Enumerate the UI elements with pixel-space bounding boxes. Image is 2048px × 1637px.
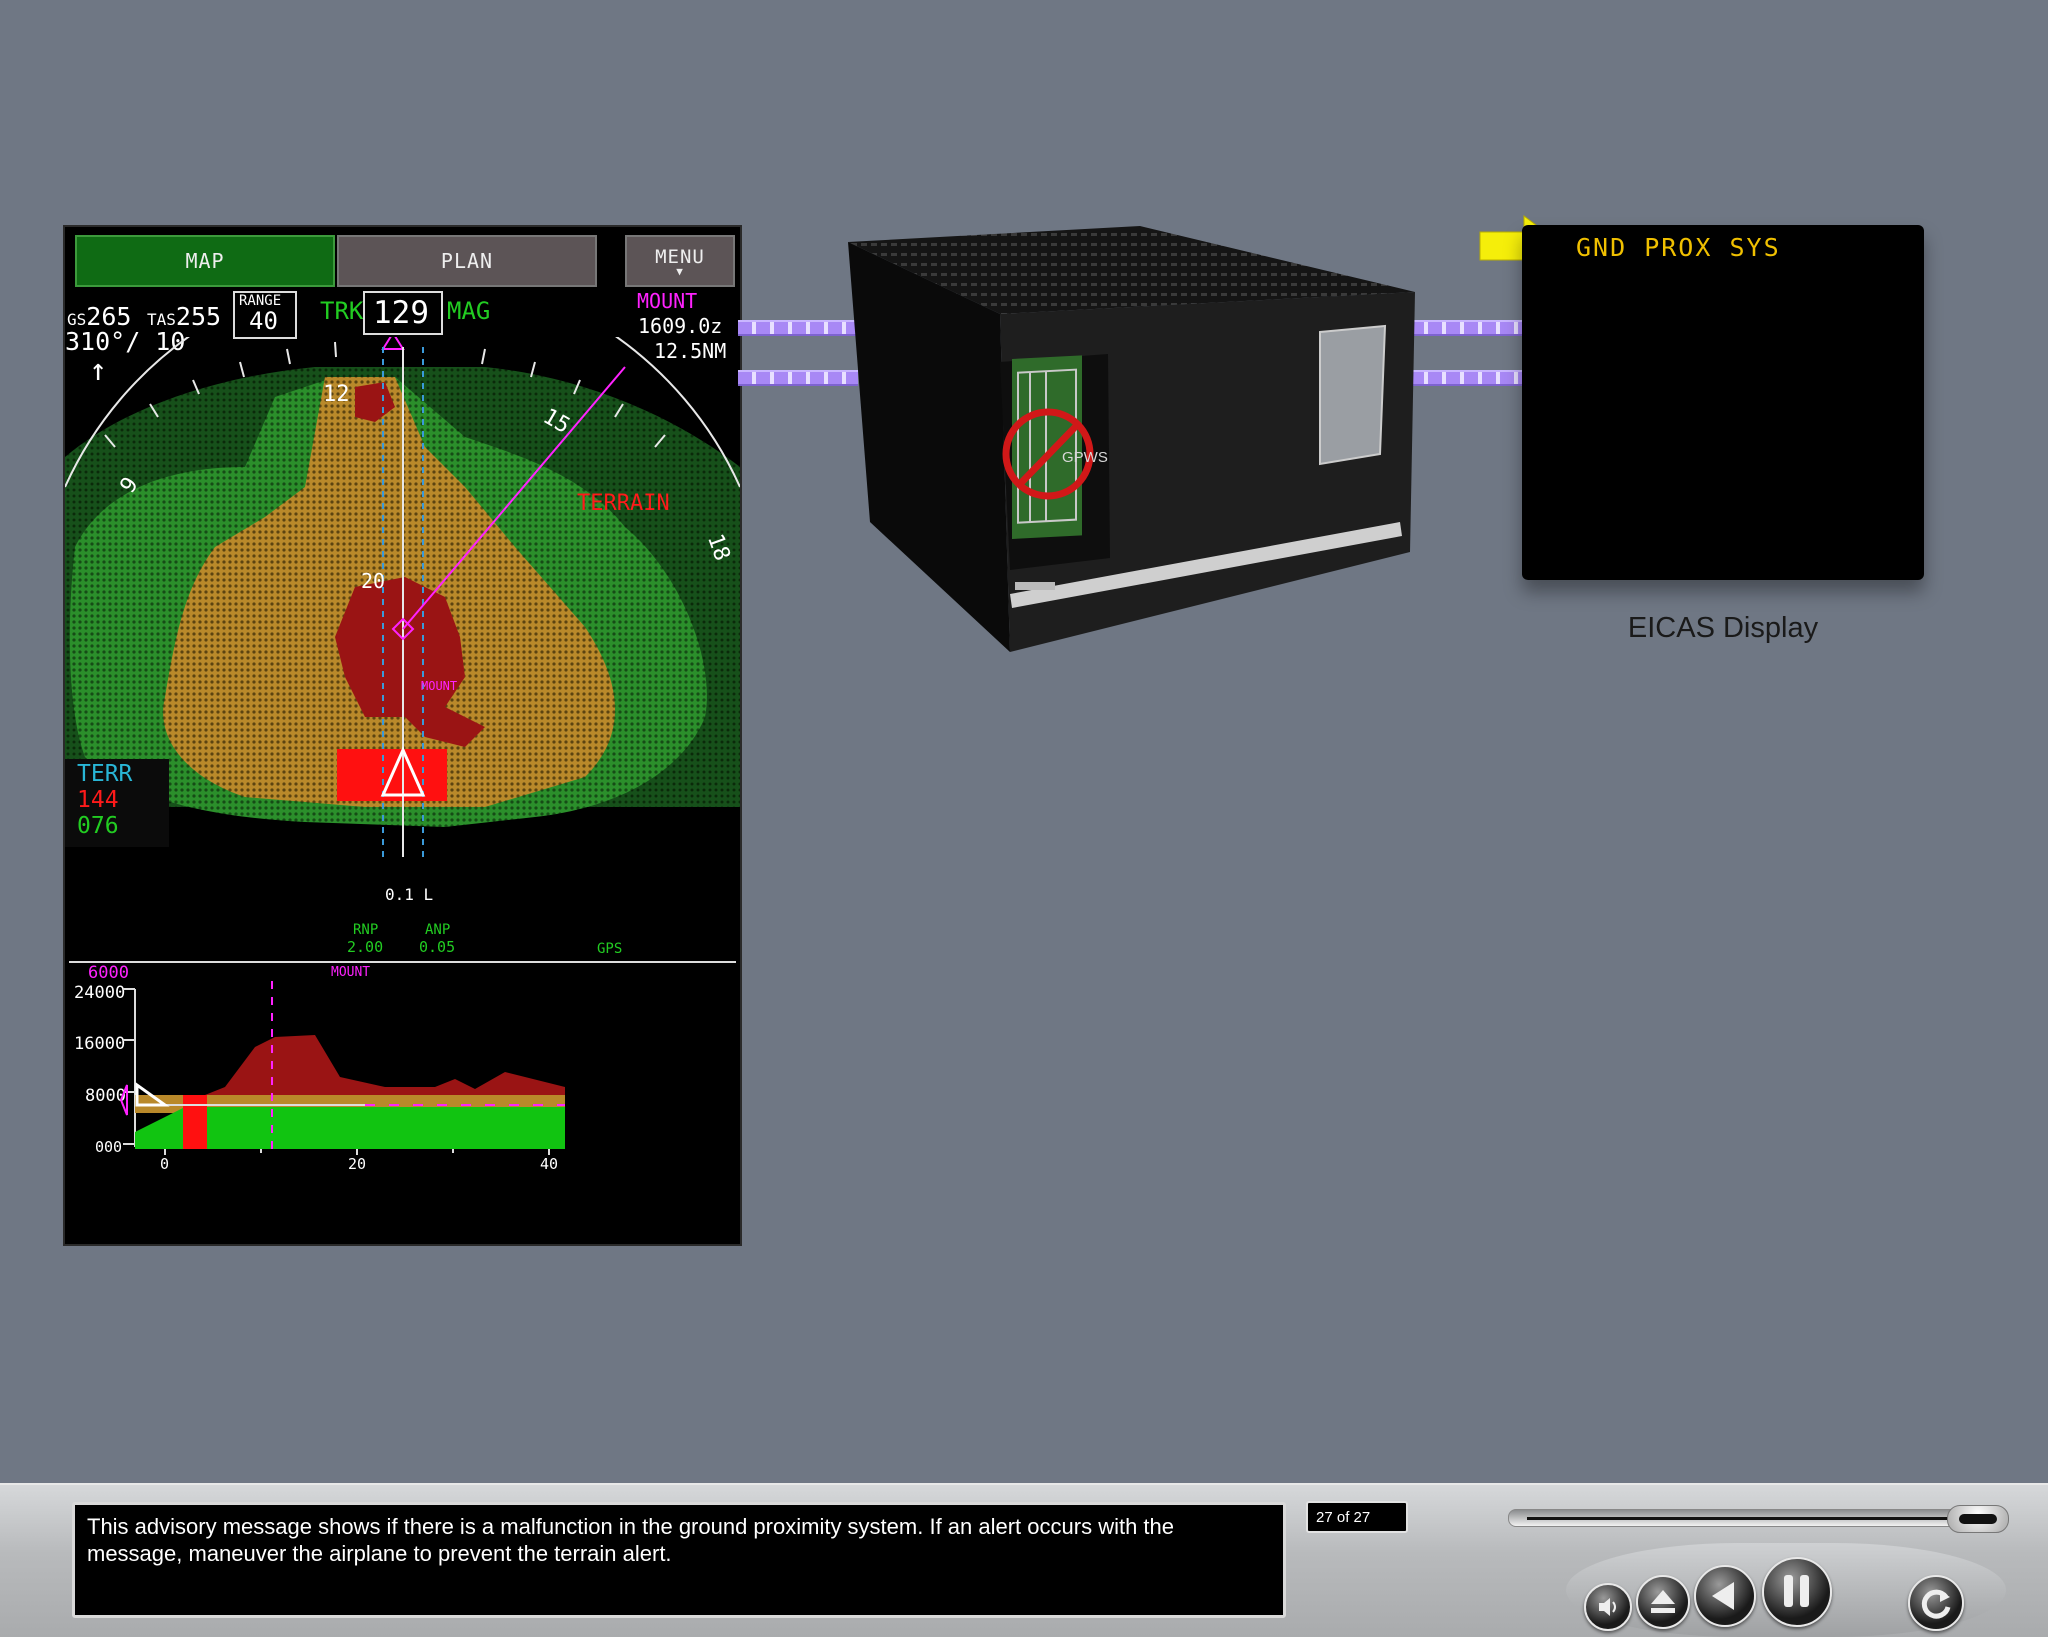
eicas-advisory-message: GND PROX SYS [1576,233,1781,262]
eicas-display: GND PROX SYS [1522,225,1924,580]
heading-box: 129 [363,291,443,335]
vsd-alert-band [183,1095,207,1149]
mount-map-label: MOUNT [421,679,458,693]
gpws-computer-unit: GPWS [848,226,1415,652]
navigation-display: MAP PLAN MENU ▼ GS265 TAS255 310°/ 10 ↑ … [63,225,742,1246]
range-box[interactable]: RANGE 40 [233,291,297,339]
menu-button[interactable]: MENU ▼ [625,235,735,287]
terrain-alert-label: TERRAIN [577,491,670,516]
trk-label: TRK [320,297,364,325]
range-mark-20: 20 [361,569,386,593]
rnp-value: 2.00 [347,938,384,956]
eject-icon [1651,1590,1675,1613]
terr-legend-label: TERR [77,761,133,787]
gps-label: GPS [597,941,623,957]
progress-handle[interactable] [1947,1505,2009,1533]
data-link-eicas-lower [1410,370,1522,386]
vertical-situation-display [119,981,565,1155]
anp-label: ANP [425,922,451,938]
replay-button[interactable] [1908,1575,1964,1631]
plan-button[interactable]: PLAN [337,235,597,287]
back-icon [1712,1582,1734,1610]
terr-legend-box: TERR 144 076 [65,759,169,847]
eicas-display-label: EICAS Display [1627,612,1819,644]
player-footer: This advisory message shows if there is … [0,1483,2048,1637]
waypoint-eta: 1609.0z [638,314,723,338]
mag-label: MAG [447,297,491,325]
pause-icon [1784,1575,1809,1607]
range-value: 40 [249,307,278,335]
caption-text: This advisory message shows if there is … [72,1502,1286,1618]
pause-button[interactable] [1762,1557,1832,1627]
eject-button[interactable] [1636,1575,1690,1629]
progress-slider[interactable] [1508,1505,2009,1533]
gpws-card-label: GPWS [1062,449,1108,466]
vsd-divider [69,961,736,963]
rnp-label: RNP [353,922,379,938]
unit-access-panel [1319,324,1387,466]
volume-button[interactable] [1584,1583,1632,1631]
waypoint-name: MOUNT [637,289,698,313]
progress-line [1527,1517,1967,1520]
terr-legend-low: 076 [77,813,119,839]
heading-value: 129 [373,295,429,331]
compass-label-12: 12 [323,382,350,407]
cross-track-readout: 0.1 L [385,885,434,904]
back-button[interactable] [1694,1565,1756,1627]
heading-pointer-icon [381,337,405,350]
anp-value: 0.05 [419,938,456,956]
terr-legend-high: 144 [77,787,119,813]
unit-label-plate [1015,582,1055,590]
map-button[interactable]: MAP [75,235,335,287]
speaker-icon [1599,1598,1616,1616]
page-counter: 27 of 27 [1306,1501,1408,1533]
data-link-eicas-upper [1410,320,1522,336]
vsd-alt-bug-icon [119,1084,128,1116]
replay-icon [1921,1589,1951,1619]
chevron-down-icon: ▼ [676,265,684,278]
